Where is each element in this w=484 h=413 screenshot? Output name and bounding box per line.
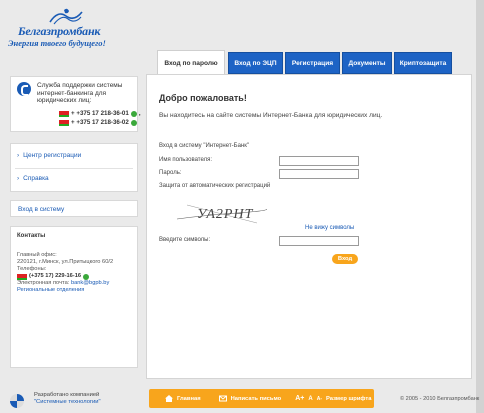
- password-label: Пароль:: [159, 170, 182, 176]
- footer: Разработано компанией "Системные техноло…: [0, 386, 480, 413]
- envelope-icon: [218, 395, 227, 402]
- phone-support-icon: [17, 82, 31, 96]
- support-text: Служба поддержки системы интернет-банкин…: [37, 82, 123, 104]
- call-icon[interactable]: [130, 119, 137, 126]
- sidebar-item-registration-center[interactable]: › Центр регистрации: [17, 152, 81, 159]
- office-label: Главный офис:: [17, 252, 57, 258]
- belarus-flag-icon: [59, 119, 69, 126]
- tab-documents[interactable]: Документы: [342, 52, 392, 74]
- write-letter-label: Написать письмо: [230, 395, 282, 402]
- password-field[interactable]: [279, 169, 359, 179]
- developer-label: Разработано компанией: [34, 392, 100, 398]
- font-size-controls: A+ A A- Размер шрифта: [295, 395, 371, 402]
- call-icon[interactable]: [83, 273, 90, 280]
- divider: [15, 168, 133, 169]
- tab-password-login[interactable]: Вход по паролю: [157, 50, 225, 74]
- copyright: © 2005 - 2010 Белгазпромбанк: [400, 396, 480, 402]
- cant-see-symbols-link[interactable]: Не вижу символы: [305, 225, 354, 231]
- chevron-right-icon: ›: [17, 152, 20, 159]
- call-icon[interactable]: [130, 110, 137, 117]
- phones-label: Телефоны:: [17, 266, 47, 272]
- scrollbar-track[interactable]: [476, 0, 484, 413]
- support-phone-2: + +375 17 218-36-02: [59, 119, 137, 126]
- contacts-phone-text: (+375 17) 229-16-16: [29, 273, 82, 279]
- contacts-body: Главный офис: 220121, г.Минск, ул.Притыц…: [17, 252, 135, 294]
- main-panel: Добро пожаловать! Вы находитесь на сайте…: [146, 74, 472, 379]
- home-icon: [165, 395, 173, 402]
- font-normal-button[interactable]: A: [308, 396, 312, 402]
- sidebar-item-help[interactable]: › Справка: [17, 175, 49, 182]
- developer-link[interactable]: "Системные технологии": [34, 399, 101, 406]
- support-box: Служба поддержки системы интернет-банкин…: [10, 76, 141, 132]
- intro-text: Вы находитесь на сайте системы Интернет-…: [159, 112, 383, 119]
- belarus-flag-icon: [59, 110, 69, 117]
- font-increase-button[interactable]: A+: [295, 395, 304, 402]
- username-field[interactable]: [279, 156, 359, 166]
- tab-cryptoprotection[interactable]: Криптозащита: [394, 52, 452, 74]
- login-button[interactable]: Вход: [332, 254, 358, 264]
- footer-toolbar: Главная Написать письмо A+ A A- Размер ш…: [149, 389, 374, 408]
- chevron-right-icon: ›: [17, 175, 20, 182]
- sidebar-login-link[interactable]: Вход в систему: [10, 200, 138, 217]
- sidebar-login-label: Вход в систему: [18, 206, 65, 213]
- tab-digital-signature-login[interactable]: Вход по ЭЦП: [228, 52, 283, 74]
- home-link[interactable]: Главная: [165, 395, 201, 402]
- email-row: Электронная почта: bank@bgpb.by: [17, 280, 135, 287]
- tab-registration[interactable]: Регистрация: [285, 52, 340, 74]
- contacts-phone: (+375 17) 229-16-16: [17, 273, 135, 280]
- belarus-flag-icon: [17, 273, 27, 280]
- home-label: Главная: [177, 395, 201, 402]
- bank-slogan: Энергия твоего будущего!: [8, 38, 106, 48]
- developer-credit: Разработано компанией "Системные техноло…: [34, 392, 101, 405]
- captcha-image: УА2РНТ: [177, 201, 267, 229]
- sidebar-item-label: Справка: [23, 175, 49, 182]
- sidebar-links: › Центр регистрации › Справка: [10, 143, 138, 192]
- contacts-title: Контакты: [17, 233, 46, 239]
- email-link[interactable]: bank@bgpb.by: [71, 280, 109, 286]
- page: Белгазпромбанк Энергия твоего будущего! …: [0, 0, 484, 413]
- login-section-title: Вход в систему "Интернет-Банк": [159, 143, 249, 149]
- enter-symbols-label: Введите символы:: [159, 237, 211, 243]
- write-letter-link[interactable]: Написать письмо: [218, 395, 282, 402]
- support-phone-1-text: + +375 17 218-36-01: [71, 110, 129, 117]
- developer-logo-icon: [10, 394, 24, 408]
- sidebar-item-label: Центр регистрации: [23, 152, 82, 159]
- office-address: 220121, г.Минск, ул.Притыцкого 60/2: [17, 259, 114, 265]
- font-decrease-button[interactable]: A-: [317, 396, 322, 402]
- captcha-input[interactable]: [279, 236, 359, 246]
- captcha-protection-label: Защита от автоматических регистраций: [159, 183, 271, 189]
- support-phone-1: + +375 17 218-36-01 ,: [59, 110, 141, 117]
- email-label: Электронная почта:: [17, 280, 70, 286]
- support-phone-2-text: + +375 17 218-36-02: [71, 119, 129, 126]
- font-size-label: Размер шрифта: [325, 395, 372, 402]
- bank-logo[interactable]: Белгазпромбанк Энергия твоего будущего!: [8, 8, 128, 52]
- regional-branches-link[interactable]: Региональные отделения: [17, 287, 135, 294]
- bank-name: Белгазпромбанк: [18, 24, 101, 38]
- captcha-text: УА2РНТ: [197, 207, 254, 222]
- contacts-box: Контакты Главный офис: 220121, г.Минск, …: [10, 226, 138, 368]
- page-title: Добро пожаловать!: [159, 93, 247, 103]
- username-label: Имя пользователя:: [159, 157, 213, 163]
